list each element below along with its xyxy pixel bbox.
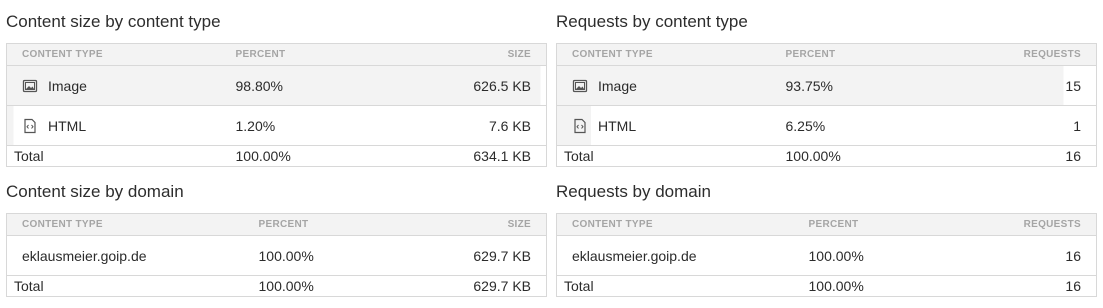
percent-cell: 93.75% <box>770 65 951 106</box>
percent-cell: 6.25% <box>770 105 951 146</box>
column-header-percent[interactable]: PERCENT <box>220 43 401 66</box>
total-size: 634.1 KB <box>473 148 531 164</box>
type-cell: Image <box>556 65 771 106</box>
type-label: Image <box>48 77 87 94</box>
type-label: HTML <box>48 117 87 134</box>
panel-requests-by-domain: Requests by domain CONTENT TYPE PERCENT … <box>556 180 1097 297</box>
requests-cell: 15 <box>950 65 1097 106</box>
percent-cell: 98.80% <box>220 65 401 106</box>
panel-title: Content size by domain <box>6 182 184 201</box>
column-header-size[interactable]: SIZE <box>423 213 547 236</box>
requests-by-domain-table: CONTENT TYPE PERCENT REQUESTS eklausmeie… <box>556 213 1097 297</box>
table-row: eklausmeier.goip.de 100.00% 629.7 KB <box>6 235 547 276</box>
table-row: Image 98.80% 626.5 KB <box>6 65 547 106</box>
domain-cell: eklausmeier.goip.de <box>556 235 794 276</box>
table-row: eklausmeier.goip.de 100.00% 16 <box>556 235 1097 276</box>
type-cell: Image <box>6 65 221 106</box>
size-cell: 7.6 KB <box>400 105 547 146</box>
html-file-icon <box>24 118 36 133</box>
total-label: Total <box>14 148 44 164</box>
requests-cell: 16 <box>973 235 1097 276</box>
column-header-percent[interactable]: PERCENT <box>770 43 951 66</box>
panel-size-by-domain: Content size by domain CONTENT TYPE PERC… <box>6 180 547 297</box>
size-by-domain-table: CONTENT TYPE PERCENT SIZE eklausmeier.go… <box>6 213 547 297</box>
html-file-icon <box>574 118 586 133</box>
total-size: 629.7 KB <box>473 278 531 294</box>
column-header-size[interactable]: SIZE <box>400 43 547 66</box>
total-percent: 100.00% <box>235 148 291 164</box>
table-row: HTML 1.20% 7.6 KB <box>6 105 547 146</box>
panel-title: Requests by content type <box>556 12 748 31</box>
total-percent: 100.00% <box>785 148 841 164</box>
column-header-percent[interactable]: PERCENT <box>793 213 974 236</box>
column-header-content-type[interactable]: CONTENT TYPE <box>556 213 794 236</box>
size-cell: 626.5 KB <box>400 65 547 106</box>
image-icon <box>572 79 588 92</box>
percent-cell: 100.00% <box>793 235 974 276</box>
column-header-requests[interactable]: REQUESTS <box>950 43 1097 66</box>
panel-size-by-type: Content size by content type CONTENT TYP… <box>6 10 547 167</box>
type-label: Image <box>598 77 637 94</box>
panel-title: Requests by domain <box>556 182 711 201</box>
table-header-row: CONTENT TYPE PERCENT SIZE <box>6 213 547 236</box>
type-cell: HTML <box>6 105 221 146</box>
requests-by-type-table: CONTENT TYPE PERCENT REQUESTS Image 93.7… <box>556 43 1097 167</box>
total-label: Total <box>564 278 594 294</box>
total-label: Total <box>564 148 594 164</box>
domain-cell: eklausmeier.goip.de <box>6 235 244 276</box>
column-header-content-type[interactable]: CONTENT TYPE <box>556 43 771 66</box>
total-row: Total 100.00% 16 <box>557 276 1097 297</box>
total-requests: 16 <box>1065 278 1081 294</box>
size-cell: 629.7 KB <box>423 235 547 276</box>
type-label: HTML <box>598 117 637 134</box>
size-by-type-table: CONTENT TYPE PERCENT SIZE Image 98.80% 6… <box>6 43 547 167</box>
panel-requests-by-type: Requests by content type CONTENT TYPE PE… <box>556 10 1097 167</box>
column-header-content-type[interactable]: CONTENT TYPE <box>6 213 244 236</box>
total-requests: 16 <box>1065 148 1081 164</box>
image-icon <box>22 79 38 92</box>
table-row: Image 93.75% 15 <box>556 65 1097 106</box>
total-label: Total <box>14 278 44 294</box>
total-row: Total 100.00% 634.1 KB <box>7 146 547 167</box>
type-cell: HTML <box>556 105 771 146</box>
total-row: Total 100.00% 16 <box>557 146 1097 167</box>
column-header-content-type[interactable]: CONTENT TYPE <box>6 43 221 66</box>
table-row: HTML 6.25% 1 <box>556 105 1097 146</box>
total-row: Total 100.00% 629.7 KB <box>7 276 547 297</box>
total-percent: 100.00% <box>258 278 314 294</box>
requests-cell: 1 <box>950 105 1097 146</box>
table-header-row: CONTENT TYPE PERCENT REQUESTS <box>556 213 1097 236</box>
table-header-row: CONTENT TYPE PERCENT REQUESTS <box>556 43 1097 66</box>
percent-cell: 100.00% <box>243 235 424 276</box>
table-header-row: CONTENT TYPE PERCENT SIZE <box>6 43 547 66</box>
percent-cell: 1.20% <box>220 105 401 146</box>
panel-title: Content size by content type <box>6 12 221 31</box>
column-header-percent[interactable]: PERCENT <box>243 213 424 236</box>
column-header-requests[interactable]: REQUESTS <box>973 213 1097 236</box>
total-percent: 100.00% <box>808 278 864 294</box>
